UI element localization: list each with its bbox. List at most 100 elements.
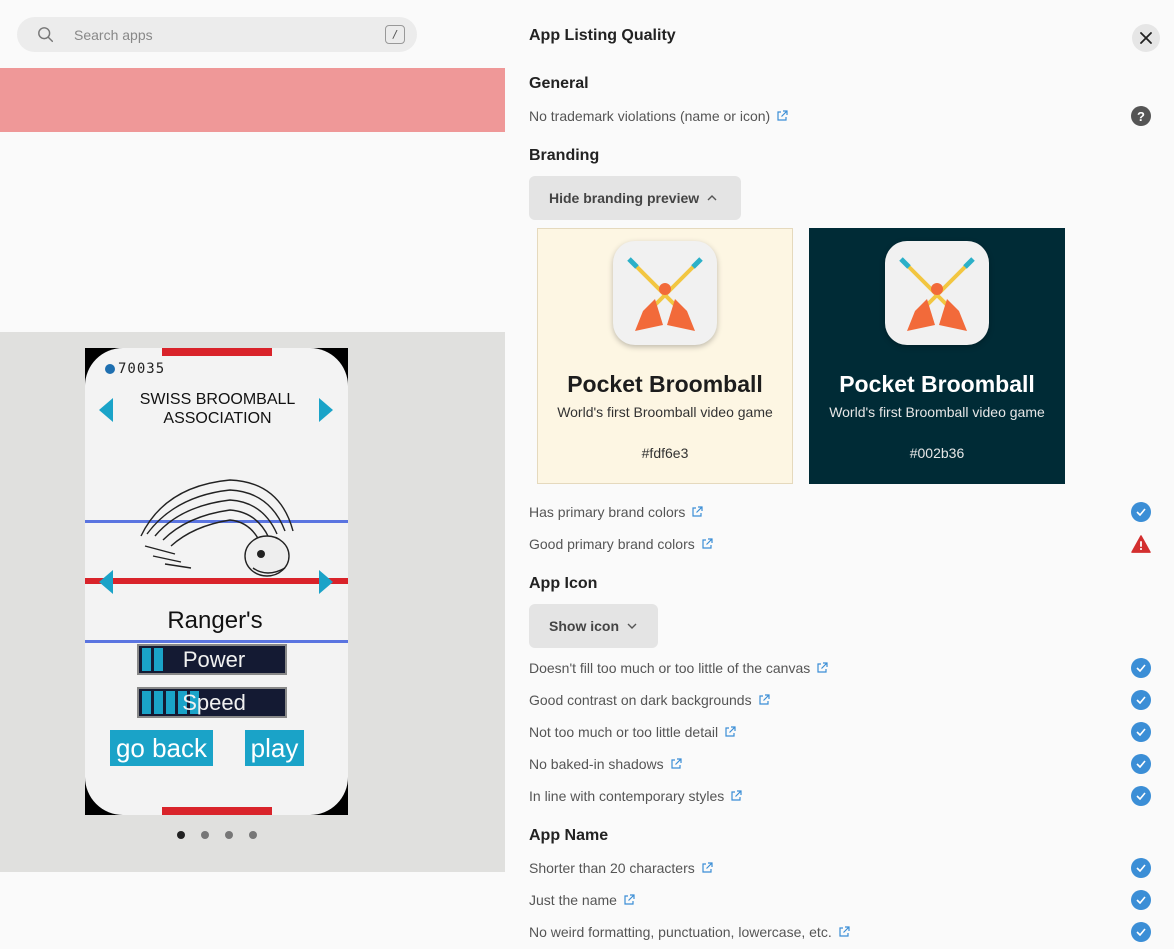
check-label: No weird formatting, punctuation, lowerc… bbox=[529, 924, 832, 940]
check-label: No baked-in shadows bbox=[529, 756, 664, 772]
page-dot-1[interactable] bbox=[177, 831, 185, 839]
check-row: Doesn't fill too much or too little of t… bbox=[529, 657, 1151, 679]
check-row: No weird formatting, punctuation, lowerc… bbox=[529, 921, 1151, 943]
check-icon bbox=[1131, 890, 1151, 910]
prev-team-arrow-icon bbox=[99, 570, 113, 594]
light-color-value: #fdf6e3 bbox=[641, 445, 689, 461]
page-dot-4[interactable] bbox=[249, 831, 257, 839]
external-link-icon[interactable] bbox=[816, 662, 828, 674]
help-icon[interactable]: ? bbox=[1131, 106, 1151, 126]
section-branding: Branding bbox=[529, 147, 600, 164]
listing-quality-panel: App Listing Quality General No trademark… bbox=[505, 0, 1174, 949]
external-link-icon[interactable] bbox=[838, 926, 850, 938]
check-row: Not too much or too little detail bbox=[529, 721, 1151, 743]
check-row: In line with contemporary styles bbox=[529, 785, 1151, 807]
brand-app-name: Pocket Broomball bbox=[839, 371, 1035, 397]
go-back-button: go back bbox=[110, 730, 213, 766]
gallery-pagination bbox=[177, 831, 257, 839]
play-button: play bbox=[245, 730, 304, 766]
external-link-icon[interactable] bbox=[701, 538, 713, 550]
team-logo-icon bbox=[140, 479, 294, 577]
check-label: Shorter than 20 characters bbox=[529, 860, 695, 876]
hide-branding-preview-label: Hide branding preview bbox=[549, 190, 700, 206]
warning-icon bbox=[1131, 535, 1151, 553]
power-stat: Power bbox=[137, 644, 287, 675]
red-center-line bbox=[85, 578, 348, 584]
speed-label: Speed bbox=[182, 689, 246, 715]
check-label: No trademark violations (name or icon) bbox=[529, 108, 771, 124]
background-app: Search apps / 70035 SWISS BROOMBALL ASSO… bbox=[0, 0, 505, 949]
speed-stat: Speed bbox=[137, 687, 287, 718]
external-link-icon[interactable] bbox=[691, 506, 703, 518]
check-label: Good contrast on dark backgrounds bbox=[529, 692, 752, 708]
external-link-icon[interactable] bbox=[730, 790, 742, 802]
search-icon bbox=[38, 26, 54, 42]
check-label: Good primary brand colors bbox=[529, 536, 695, 552]
search-input[interactable]: Search apps bbox=[74, 27, 385, 43]
check-label: In line with contemporary styles bbox=[529, 788, 725, 804]
ball-icon bbox=[105, 364, 115, 374]
show-icon-label: Show icon bbox=[549, 618, 619, 634]
hide-branding-preview-button[interactable]: Hide branding preview bbox=[529, 176, 741, 220]
external-link-icon[interactable] bbox=[724, 726, 736, 738]
check-icon bbox=[1131, 690, 1151, 710]
app-icon-dark bbox=[885, 241, 989, 345]
external-link-icon[interactable] bbox=[623, 894, 635, 906]
dark-color-value: #002b36 bbox=[909, 445, 965, 461]
app-screenshot[interactable]: 70035 SWISS BROOMBALL ASSOCIATION Ranger… bbox=[85, 348, 348, 815]
check-icon bbox=[1131, 658, 1151, 678]
brand-tagline: World's first Broomball video game bbox=[829, 404, 1045, 420]
show-icon-button[interactable]: Show icon bbox=[529, 604, 658, 648]
check-row: Good primary brand colors bbox=[529, 533, 1151, 555]
check-icon bbox=[1131, 722, 1151, 742]
external-link-icon[interactable] bbox=[701, 862, 713, 874]
check-icon bbox=[1131, 786, 1151, 806]
search-bar[interactable]: Search apps / bbox=[17, 17, 417, 52]
score-display: 70035 bbox=[105, 361, 165, 377]
blue-line-2 bbox=[85, 640, 348, 643]
check-row: Good contrast on dark backgrounds bbox=[529, 689, 1151, 711]
check-label: Not too much or too little detail bbox=[529, 724, 719, 740]
check-row: Has primary brand colors bbox=[529, 501, 1151, 523]
check-icon bbox=[1131, 858, 1151, 878]
external-link-icon[interactable] bbox=[758, 694, 770, 706]
check-icon bbox=[1131, 502, 1151, 522]
check-row: No baked-in shadows bbox=[529, 753, 1151, 775]
section-app-icon: App Icon bbox=[529, 575, 598, 592]
prev-arrow-icon bbox=[99, 398, 113, 422]
app-banner bbox=[0, 68, 505, 132]
check-row: Shorter than 20 characters bbox=[529, 857, 1151, 879]
close-button[interactable] bbox=[1132, 24, 1160, 52]
chevron-down-icon bbox=[627, 623, 637, 629]
game-screen: 70035 SWISS BROOMBALL ASSOCIATION Ranger… bbox=[85, 348, 348, 815]
chevron-up-icon bbox=[707, 195, 717, 201]
check-icon bbox=[1131, 754, 1151, 774]
team-name: Ranger's bbox=[167, 607, 263, 634]
next-arrow-icon bbox=[319, 398, 333, 422]
next-team-arrow-icon bbox=[319, 570, 333, 594]
check-label: Has primary brand colors bbox=[529, 504, 686, 520]
section-app-name: App Name bbox=[529, 827, 609, 844]
panel-title: App Listing Quality bbox=[529, 27, 676, 44]
branding-preview-light: Pocket Broomball World's first Broomball… bbox=[537, 228, 793, 484]
check-label: Just the name bbox=[529, 892, 617, 908]
check-row: No trademark violations (name or icon) ? bbox=[529, 105, 1151, 127]
goal-line-top bbox=[162, 348, 272, 356]
page-dot-2[interactable] bbox=[201, 831, 209, 839]
check-label: Doesn't fill too much or too little of t… bbox=[529, 660, 811, 676]
power-label: Power bbox=[182, 646, 246, 672]
close-icon bbox=[1140, 32, 1152, 44]
external-link-icon[interactable] bbox=[776, 110, 788, 122]
check-row: Just the name bbox=[529, 889, 1151, 911]
brand-tagline: World's first Broomball video game bbox=[557, 404, 773, 420]
external-link-icon[interactable] bbox=[670, 758, 682, 770]
goal-line-bottom bbox=[162, 807, 272, 815]
brand-app-name: Pocket Broomball bbox=[567, 371, 763, 397]
association-title: SWISS BROOMBALL ASSOCIATION bbox=[139, 391, 296, 427]
crossed-brooms-icon bbox=[627, 257, 703, 331]
branding-preview-dark: Pocket Broomball World's first Broomball… bbox=[809, 228, 1065, 484]
app-icon-light bbox=[613, 241, 717, 345]
section-general: General bbox=[529, 75, 589, 92]
page-dot-3[interactable] bbox=[225, 831, 233, 839]
search-shortcut-key: / bbox=[385, 25, 405, 44]
